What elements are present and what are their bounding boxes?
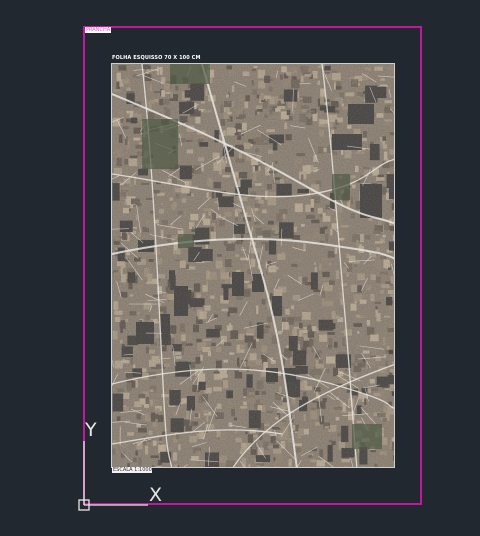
ucs-y-label: Y [85,419,97,441]
drawing-canvas[interactable]: PRANCHA FOLHA ESQUISSO 70 X 100 CM ESCAL… [0,0,480,536]
map-viewport[interactable] [111,63,395,468]
layout-tab-label: PRANCHA [85,27,111,33]
scale-label: ESCALA 1:1000 [112,467,152,473]
sheet-title: FOLHA ESQUISSO 70 X 100 CM [112,55,201,61]
ucs-x-label: X [149,484,163,506]
aerial-map-image [112,64,394,467]
